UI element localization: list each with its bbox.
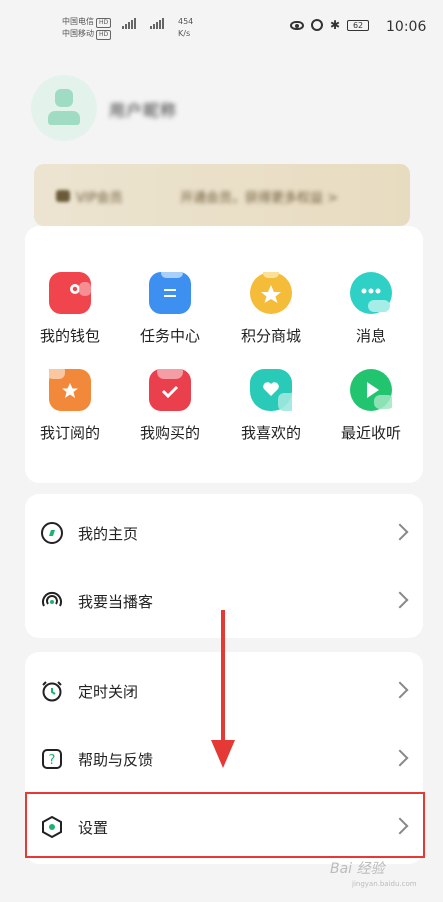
grid-item-label: 我的钱包 <box>39 327 100 345</box>
vip-subtitle: 开通会员，获得更多权益 > <box>180 191 339 206</box>
avatar-head-icon <box>55 89 73 107</box>
grid-item-wallet[interactable]: 我的钱包 <box>25 272 115 346</box>
recent-play-icon <box>350 369 394 411</box>
bluetooth-icon: ✱ <box>330 18 341 32</box>
heart-icon <box>250 369 296 411</box>
timer-alarm-icon <box>42 681 62 702</box>
grid-item-label: 积分商城 <box>240 327 301 345</box>
signal-icon <box>150 18 164 29</box>
subscribe-icon <box>47 365 91 411</box>
grid-item-subscribed[interactable]: 我订阅的 <box>25 365 115 443</box>
help-icon: ? <box>42 749 62 769</box>
watermark-url: jingyan.baidu.com <box>352 880 417 888</box>
homepage-icon <box>41 522 63 544</box>
hd-badge-1: HD <box>96 18 112 28</box>
quick-access-grid: 我的钱包 任务中心 积分商城 消息 我订阅的 我购买的 我喜欢的 最近收听 <box>25 226 423 483</box>
grid-item-label: 任务中心 <box>139 327 200 345</box>
grid-item-label: 我购买的 <box>139 424 200 442</box>
message-icon <box>350 272 392 314</box>
annotation-arrow-head <box>211 740 235 768</box>
menu-item-label: 帮助与反馈 <box>78 751 154 769</box>
grid-item-label: 我订阅的 <box>39 424 100 442</box>
points-mall-icon <box>250 268 292 314</box>
wallet-icon <box>49 272 91 314</box>
status-bar: 中国电信 HD 中国移动 HD 454 K/s ✱ 62 10:06 <box>0 0 443 58</box>
grid-item-messages[interactable]: 消息 <box>326 272 416 346</box>
status-time: 10:06 <box>386 19 427 35</box>
carrier-2: 中国移动 <box>62 29 94 38</box>
grid-item-recent[interactable]: 最近收听 <box>326 369 416 443</box>
grid-item-points-mall[interactable]: 积分商城 <box>226 268 316 346</box>
battery-icon: 62 <box>347 19 370 31</box>
eye-comfort-icon <box>290 20 304 30</box>
avatar-body-icon <box>48 111 80 125</box>
vip-title: VIP会员 <box>76 191 123 206</box>
podcast-icon <box>42 591 62 607</box>
carrier-1: 中国电信 <box>62 17 94 26</box>
chevron-right-icon <box>391 523 409 541</box>
avatar[interactable] <box>31 75 97 141</box>
annotation-arrow-shaft <box>221 610 225 742</box>
purchase-icon <box>149 365 191 411</box>
chevron-right-icon <box>391 681 409 699</box>
carrier-info: 中国电信 HD 中国移动 HD <box>62 16 112 40</box>
network-speed: 454 K/s <box>178 17 194 38</box>
task-icon <box>149 268 191 314</box>
grid-item-tasks[interactable]: 任务中心 <box>125 268 215 346</box>
grid-item-liked[interactable]: 我喜欢的 <box>226 369 316 443</box>
annotation-highlight-box <box>25 792 425 858</box>
grid-item-label: 最近收听 <box>340 424 401 442</box>
menu-item-label: 我要当播客 <box>78 593 154 611</box>
alarm-icon <box>311 19 323 31</box>
grid-item-label: 消息 <box>355 327 386 345</box>
signal-icon <box>122 18 136 29</box>
status-icons: ✱ 62 <box>290 18 370 32</box>
menu-item-homepage[interactable]: 我的主页 <box>25 499 423 567</box>
grid-item-purchased[interactable]: 我购买的 <box>125 365 215 443</box>
grid-item-label: 我喜欢的 <box>240 424 301 442</box>
vip-banner[interactable]: VIP会员 开通会员，获得更多权益 > <box>34 164 410 226</box>
username[interactable]: 用户昵称 <box>109 97 177 121</box>
hd-badge-2: HD <box>96 30 112 40</box>
chevron-right-icon <box>391 749 409 767</box>
menu-item-label: 我的主页 <box>78 525 139 543</box>
svg-text:?: ? <box>49 753 56 768</box>
watermark: Bai 经验 <box>330 861 385 877</box>
menu-item-label: 定时关闭 <box>78 683 139 701</box>
chevron-right-icon <box>391 591 409 609</box>
vip-icon <box>56 190 70 202</box>
